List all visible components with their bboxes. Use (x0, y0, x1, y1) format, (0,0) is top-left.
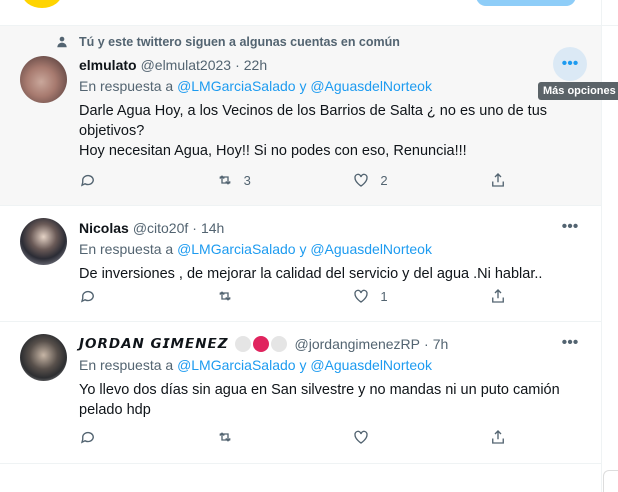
reply-context: En respuesta a @LMGarciaSalado y @Aguasd… (79, 241, 579, 261)
heart-icon (354, 173, 368, 187)
share-icon (492, 173, 504, 187)
reply-icon (80, 431, 94, 444)
more-options-icon: ••• (561, 55, 579, 72)
more-options-icon: ••• (561, 218, 579, 235)
author-name[interactable]: elmulato (79, 57, 137, 73)
person-icon (57, 36, 67, 48)
tweet-content: elmulato @elmulat2023 · 22h En respuesta… (79, 55, 579, 161)
more-options-button[interactable]: ••• (553, 47, 587, 81)
author-name[interactable]: 𝙅𝙊𝙍𝘿𝘼𝙉 𝙂𝙄𝙈𝙀𝙉𝙀𝙕 (79, 336, 229, 352)
mention-link[interactable]: @AguasdelNorteok (310, 241, 432, 257)
reply-context: En respuesta a @LMGarciaSalado y @Aguasd… (79, 357, 579, 377)
separator-dot: · (424, 336, 429, 352)
share-icon (492, 430, 504, 444)
mention-joiner: y (299, 357, 307, 373)
retweet-icon (218, 432, 231, 442)
tweet-text: De inversiones , de mejorar la calidad d… (79, 264, 579, 284)
action-bar: 1 (79, 287, 509, 305)
retweet-icon (218, 291, 231, 301)
more-options-button[interactable]: ••• (553, 326, 587, 360)
more-options-tooltip: Más opciones (538, 82, 618, 100)
action-bar: 3 2 (79, 171, 509, 189)
mention-joiner: y (299, 241, 307, 257)
tweet-text-line: De inversiones , de mejorar la calidad d… (79, 266, 543, 282)
reply-prefix: En respuesta a (79, 357, 174, 373)
tweet[interactable]: 𝙅𝙊𝙍𝘿𝘼𝙉 𝙂𝙄𝙈𝙀𝙉𝙀𝙕 @jordangimenezRP · 7h En … (0, 322, 601, 464)
avatar[interactable] (22, 0, 62, 8)
tweet-text-line: Hoy necesitan Agua, Hoy!! Si no podes co… (79, 143, 467, 159)
more-options-button[interactable]: ••• (553, 210, 587, 244)
name-emoji-badges (234, 336, 287, 352)
timestamp[interactable]: 14h (201, 220, 224, 236)
mention-link[interactable]: @LMGarciaSalado (177, 357, 296, 373)
social-context-text: Tú y este twittero siguen a algunas cuen… (79, 35, 400, 49)
tweet-text: Darle Agua Hoy, a los Vecinos de los Bar… (79, 101, 579, 161)
previous-tweet-edge (0, 0, 618, 26)
reply-icon (80, 290, 94, 303)
tweet-content: 𝙅𝙊𝙍𝘿𝘼𝙉 𝙂𝙄𝙈𝙀𝙉𝙀𝙕 @jordangimenezRP · 7h En … (79, 334, 579, 420)
timestamp[interactable]: 22h (244, 57, 267, 73)
tweet[interactable]: Nicolas @cito20f · 14h En respuesta a @L… (0, 206, 601, 322)
reply-context: En respuesta a @LMGarciaSalado y @Aguasd… (79, 78, 579, 98)
timestamp[interactable]: 7h (433, 336, 449, 352)
follow-button[interactable] (476, 0, 576, 6)
heart-icon (354, 430, 368, 444)
reply-prefix: En respuesta a (79, 78, 174, 94)
white-circle-icon (270, 336, 287, 352)
window-corner (603, 470, 618, 492)
tweet-text-line: objetivos? (79, 123, 145, 139)
author-handle[interactable]: @elmulat2023 (141, 57, 232, 73)
reply-feed: Tú y este twittero siguen a algunas cuen… (0, 26, 601, 464)
share-button[interactable] (489, 171, 509, 189)
retweet-button[interactable] (216, 287, 276, 305)
reply-button[interactable] (79, 287, 139, 305)
like-button[interactable]: 1 (352, 287, 412, 305)
separator-dot: · (192, 220, 197, 236)
retweet-button[interactable]: 3 (216, 171, 276, 189)
reply-button[interactable] (79, 428, 139, 446)
column-divider (601, 0, 602, 492)
like-button[interactable]: 2 (352, 171, 412, 189)
social-context: Tú y este twittero siguen a algunas cuen… (55, 35, 400, 49)
tweet[interactable]: Tú y este twittero siguen a algunas cuen… (0, 26, 601, 206)
mention-link[interactable]: @AguasdelNorteok (310, 78, 432, 94)
action-bar (79, 428, 509, 446)
mention-joiner: y (299, 78, 307, 94)
like-count: 2 (380, 172, 388, 188)
avatar[interactable] (20, 56, 67, 103)
tweet-text: Yo llevo dos días sin agua en San silves… (79, 380, 579, 420)
heart-icon (354, 289, 368, 303)
retweet-icon (218, 175, 231, 185)
separator-dot: · (235, 57, 240, 73)
avatar[interactable] (20, 218, 67, 265)
retweet-count: 3 (243, 172, 251, 188)
reply-icon (80, 174, 94, 187)
reply-button[interactable] (79, 171, 139, 189)
avatar[interactable] (20, 334, 67, 381)
tweet-content: Nicolas @cito20f · 14h En respuesta a @L… (79, 218, 579, 284)
share-button[interactable] (489, 287, 509, 305)
author-name[interactable]: Nicolas (79, 220, 129, 236)
red-circle-icon (252, 336, 269, 352)
like-button[interactable] (352, 428, 412, 446)
mention-link[interactable]: @LMGarciaSalado (177, 78, 296, 94)
tweet-text-line: pelado hdp (79, 402, 151, 418)
mention-link[interactable]: @AguasdelNorteok (310, 357, 432, 373)
author-handle[interactable]: @cito20f (133, 220, 188, 236)
white-circle-icon (234, 336, 251, 352)
tweet-text-line: Darle Agua Hoy, a los Vecinos de los Bar… (79, 103, 548, 119)
like-count: 1 (380, 288, 388, 304)
retweet-button[interactable] (216, 428, 276, 446)
author-handle[interactable]: @jordangimenezRP (295, 336, 421, 352)
mention-link[interactable]: @LMGarciaSalado (177, 241, 296, 257)
more-options-icon: ••• (561, 334, 579, 351)
tweet-text-line: Yo llevo dos días sin agua en San silves… (79, 382, 560, 398)
reply-prefix: En respuesta a (79, 241, 174, 257)
share-button[interactable] (489, 428, 509, 446)
share-icon (492, 289, 504, 303)
